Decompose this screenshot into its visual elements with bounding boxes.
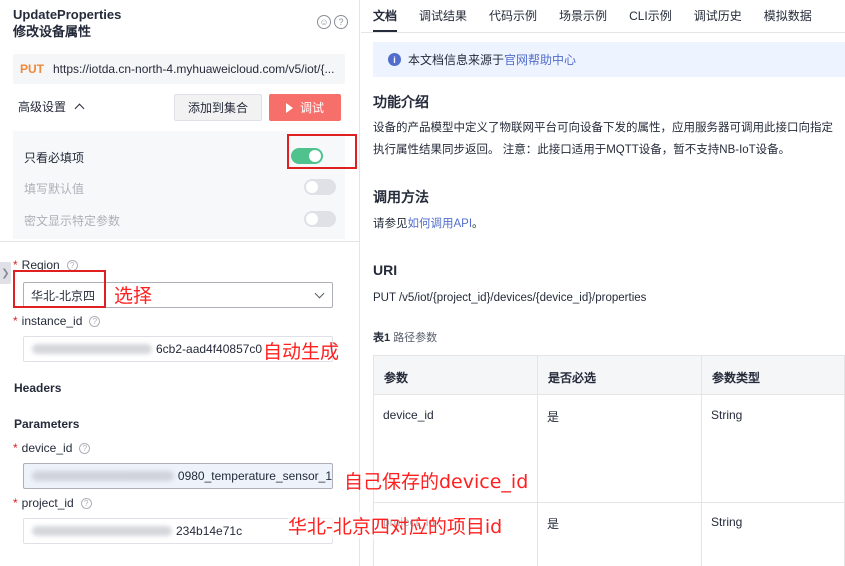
tab-divider [361,32,845,33]
debug-button[interactable]: 调试 [269,94,341,121]
help-icon[interactable]: ? [80,497,92,509]
tab-code-sample[interactable]: 代码示例 [489,0,537,32]
tab-cli-sample[interactable]: CLI示例 [629,0,672,32]
project-id-value: 234b14e71c [176,524,243,538]
highlight-box-toggle [287,134,357,169]
uri-text: PUT /v5/iot/{project_id}/devices/{device… [373,292,647,304]
debug-button-label: 调试 [299,101,324,115]
annotation-auto-generate: 自动生成 [263,341,340,363]
device-id-label: * device_id ? [13,441,91,455]
annotation-project-id: 华北-北京四对应的项目id [288,512,503,539]
instance-id-value: 6cb2-aad4f40857c0 [156,342,263,356]
info-banner: i 本文档信息来源于 官网帮助中心 [373,42,845,77]
api-header: UpdateProperties 修改设备属性 ☺ ? [13,7,348,41]
table-row-divider [373,502,845,503]
parameters-section-title: Parameters [14,417,80,431]
usage-suffix: 。 [472,218,484,230]
smile-icon[interactable]: ☺ [317,15,331,29]
tab-bar: 文档 调试结果 代码示例 场景示例 CLI示例 调试历史 模拟数据 [373,0,812,32]
table-cell-required: 是 [547,517,560,531]
tab-mock-data[interactable]: 模拟数据 [764,0,812,32]
annotation-select: 选择 [114,285,153,307]
device-id-value: 0980_temperature_sensor_1 [177,469,332,483]
info-icon: i [388,53,401,66]
option-default-values-label: 填写默认值 [24,182,85,196]
device-id-label-text: device_id [21,441,73,455]
tab-debug-history[interactable]: 调试历史 [694,0,742,32]
table-caption: 表1 路径参数 [373,329,437,345]
device-id-input[interactable]: 0980_temperature_sensor_1 [23,463,333,489]
usage-prefix: 请参见 [373,218,408,230]
collapse-handle[interactable]: ❯ [0,262,11,284]
table-caption-text: 路径参数 [393,332,438,344]
usage-title: 调用方法 [373,189,429,205]
function-title: 功能介绍 [373,94,429,110]
help-icon[interactable]: ? [334,15,348,29]
function-desc-line1: 设备的产品模型中定义了物联网平台可向设备下发的属性，应用服务器可调用此接口向指定 [373,122,833,134]
http-method: PUT [20,62,44,76]
mask-params-toggle[interactable] [304,211,336,227]
add-to-collection-button[interactable]: 添加到集合 [174,94,262,121]
option-required-only-label: 只看必填项 [24,151,85,165]
tab-debug-result[interactable]: 调试结果 [419,0,467,32]
help-center-link[interactable]: 官网帮助中心 [504,51,576,68]
annotation-saved-device-id: 自己保存的device_id [344,471,529,493]
help-icon[interactable]: ? [79,442,91,454]
table-header-required: 是否必选 [548,371,597,385]
divider [0,241,360,242]
redacted-text [32,526,172,536]
request-url: https://iotda.cn-north-4.myhuaweicloud.c… [53,62,335,76]
option-mask-params-label: 密文显示特定参数 [24,214,121,228]
project-id-label-text: project_id [21,496,74,510]
default-values-toggle[interactable] [304,179,336,195]
redacted-text [32,471,174,481]
table-cell-required: 是 [547,410,560,424]
request-url-bar: PUT https://iotda.cn-north-4.myhuaweiclo… [13,54,345,84]
info-text: 本文档信息来源于 [408,53,505,67]
table-border [701,355,702,566]
table-header: 参数 是否必选 参数类型 [373,355,845,395]
redacted-text [32,344,152,354]
table-border [537,355,538,566]
api-name: UpdateProperties [13,7,122,22]
advanced-settings-toggle[interactable]: 高级设置 [18,98,85,115]
required-asterisk: * [13,314,18,328]
request-panel: UpdateProperties 修改设备属性 ☺ ? PUT https://… [0,0,360,566]
highlight-box-region [13,270,106,308]
help-icon[interactable]: ? [89,315,101,327]
table-caption-prefix: 表1 [373,332,391,344]
table-cell-type: String [711,515,743,529]
tab-scenario-sample[interactable]: 场景示例 [559,0,607,32]
usage-text: 请参见如何调用API。 [373,213,484,235]
required-asterisk: * [13,441,18,455]
toggle-knob [306,213,318,225]
how-to-call-api-link[interactable]: 如何调用API [408,218,473,230]
instance-id-label: * instance_id ? [13,314,101,328]
instance-id-label-text: instance_id [21,314,83,328]
uri-title: URI [373,262,398,278]
advanced-settings-label: 高级设置 [18,100,67,114]
play-icon [285,102,293,113]
chevron-up-icon [74,103,85,114]
function-desc-line2: 执行属性结果同步返回。 注意：此接口适用于MQTT设备，暂不支持NB-IoT设备… [373,144,791,156]
toggle-knob [306,181,318,193]
chevron-down-icon [314,288,325,299]
table-header-param: 参数 [384,371,409,385]
headers-section-title: Headers [14,381,62,395]
header-icons: ☺ ? [317,15,348,29]
table-cell-param: device_id [383,408,434,422]
tab-docs[interactable]: 文档 [373,0,398,32]
api-name-cn: 修改设备属性 [13,24,92,39]
project-id-label: * project_id ? [13,496,92,510]
help-icon[interactable]: ? [66,259,78,271]
required-asterisk: * [13,496,18,510]
table-cell-type: String [711,408,743,422]
project-id-input[interactable]: 234b14e71c [23,518,333,544]
table-header-type: 参数类型 [712,371,761,385]
